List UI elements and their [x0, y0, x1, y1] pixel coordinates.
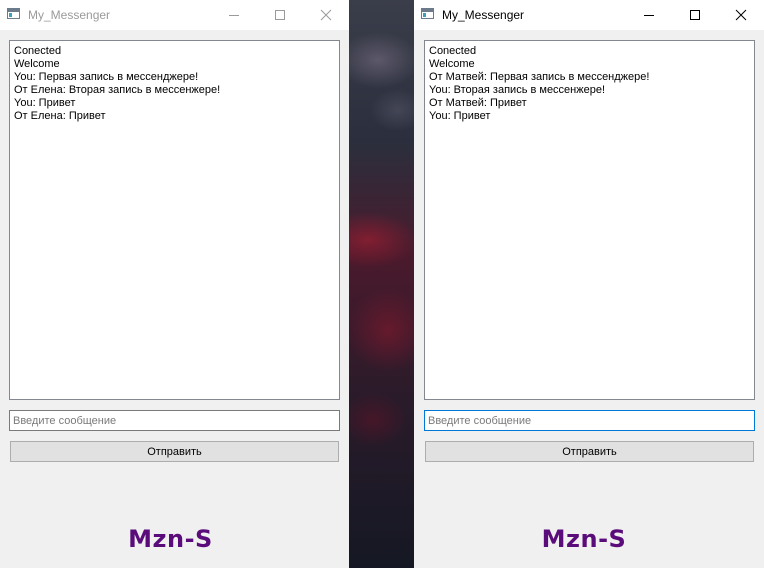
close-icon [735, 9, 747, 21]
minimize-button[interactable] [626, 0, 672, 30]
message-input[interactable] [9, 410, 340, 431]
chat-line: Welcome [429, 58, 475, 70]
chat-line: Conected [429, 45, 477, 57]
chat-line: От Елена: Вторая запись в мессенжере! [14, 84, 221, 96]
app-window-icon [421, 8, 434, 19]
chat-line: You: Вторая запись в мессенжере! [429, 84, 606, 96]
minimize-icon [644, 14, 654, 16]
chat-history[interactable]: Conected Welcome От Матвей: Первая запис… [424, 40, 755, 400]
title-bar[interactable]: My_Messenger [0, 0, 349, 30]
maximize-icon [275, 10, 285, 20]
maximize-button[interactable] [672, 0, 718, 30]
close-button[interactable] [303, 0, 349, 30]
maximize-icon [690, 10, 700, 20]
close-icon [320, 9, 332, 21]
title-bar[interactable]: My_Messenger [414, 0, 764, 30]
chat-line: You: Привет [429, 110, 491, 122]
window-title: My_Messenger [28, 8, 111, 22]
message-input[interactable] [424, 410, 755, 431]
close-button[interactable] [718, 0, 764, 30]
chat-line: You: Привет [14, 97, 76, 109]
chat-line: Conected [14, 45, 62, 57]
chat-line: Welcome [14, 58, 60, 70]
watermark-text: Mzn-S [128, 525, 213, 553]
chat-line: От Матвей: Привет [429, 97, 527, 109]
watermark-text: Mzn-S [541, 525, 627, 553]
send-button[interactable]: Отправить [425, 441, 754, 462]
minimize-icon [229, 14, 239, 16]
app-window-icon [7, 8, 20, 19]
window-title: My_Messenger [442, 8, 525, 22]
messenger-window-right: My_Messenger Conected Welcome От Матвей:… [414, 0, 764, 568]
maximize-button[interactable] [257, 0, 303, 30]
minimize-button[interactable] [211, 0, 257, 30]
chat-line: От Матвей: Первая запись в мессенджере! [429, 71, 650, 83]
messenger-window-left: My_Messenger Conected Welcome You: Перва… [0, 0, 349, 568]
chat-line: You: Первая запись в мессенджере! [14, 71, 199, 83]
desktop-wallpaper [348, 0, 414, 568]
chat-line: От Елена: Привет [14, 110, 106, 122]
chat-history[interactable]: Conected Welcome You: Первая запись в ме… [9, 40, 340, 400]
send-button[interactable]: Отправить [10, 441, 339, 462]
